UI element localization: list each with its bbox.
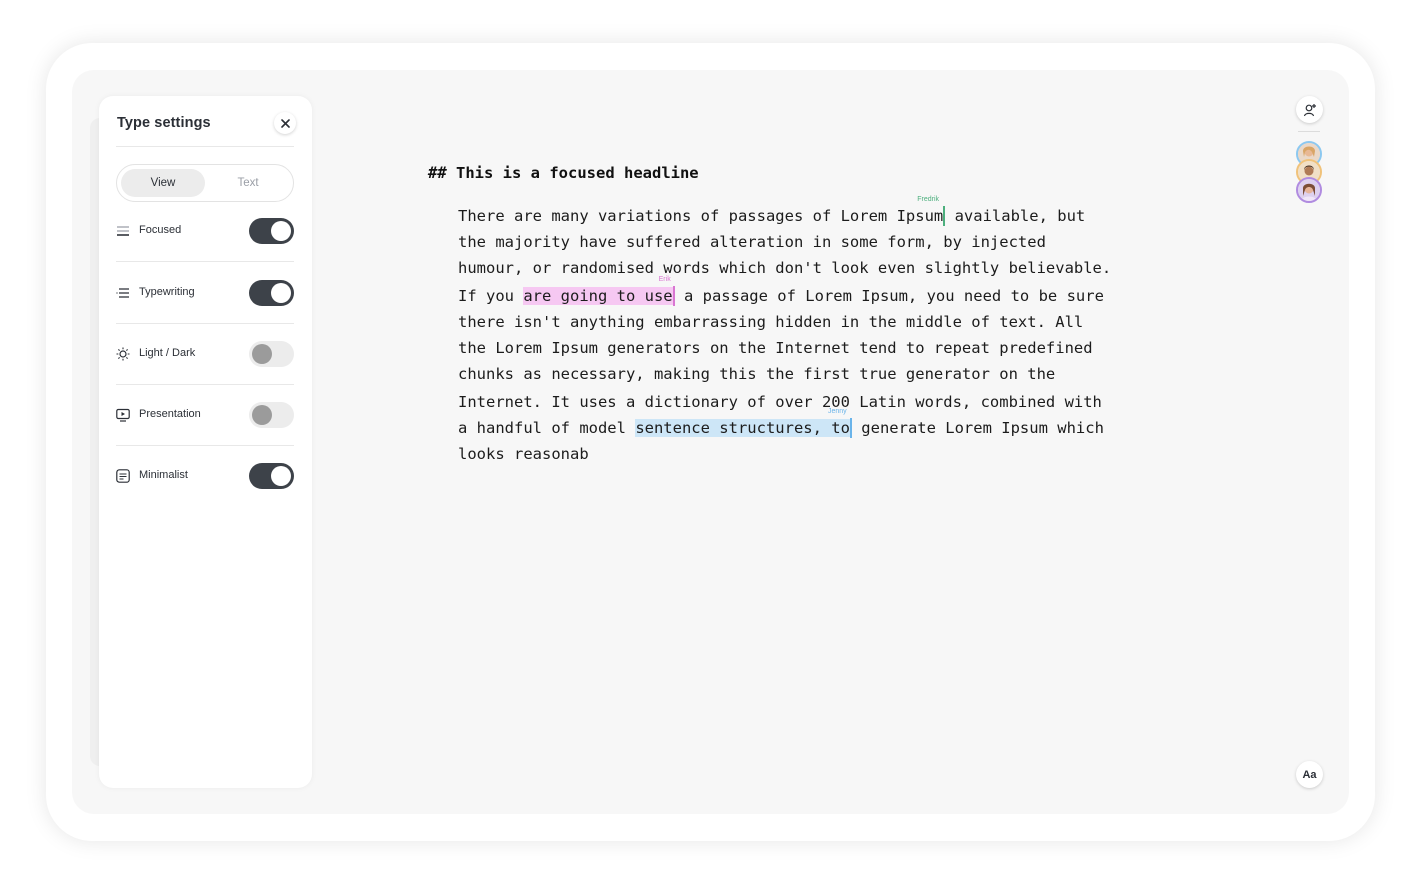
setting-row-minimalist: Minimalist xyxy=(116,463,294,489)
text-line: There are many variations of passages of… xyxy=(458,196,1086,226)
text-line: Internet. It uses a dictionary of over 2… xyxy=(458,393,1102,411)
toggle-knob xyxy=(271,466,291,486)
text-line: chunks as necessary, making this the fir… xyxy=(458,365,1056,383)
cursor-name: Fredrik xyxy=(917,196,940,203)
text-line: humour, or randomised words which don't … xyxy=(458,259,1112,277)
setting-row-focused: Focused xyxy=(116,218,294,244)
headline-marker: ## xyxy=(428,164,447,182)
add-user-icon xyxy=(1303,103,1316,116)
headline-text: This is a focused headline xyxy=(456,164,699,182)
minimalist-toggle[interactable] xyxy=(249,463,294,489)
setting-row-light-dark: Light / Dark xyxy=(116,341,294,367)
divider xyxy=(116,445,294,446)
text-line: looks reasonab xyxy=(458,445,589,463)
divider xyxy=(1298,131,1320,132)
typewriting-toggle[interactable] xyxy=(249,280,294,306)
text-line: there isn't anything embarrassing hidden… xyxy=(458,313,1084,331)
light-dark-toggle[interactable] xyxy=(249,341,294,367)
typewriting-icon xyxy=(116,288,129,298)
toggle-knob xyxy=(252,344,272,364)
setting-label: Typewriting xyxy=(139,286,195,298)
setting-row-typewriting: Typewriting xyxy=(116,280,294,306)
setting-label: Focused xyxy=(139,224,182,236)
presentation-toggle[interactable] xyxy=(249,402,294,428)
setting-label: Light / Dark xyxy=(139,347,196,359)
divider xyxy=(116,323,294,324)
text-line: a handful of model sentence structures, … xyxy=(458,408,1104,438)
panel-title: Type settings xyxy=(117,115,211,131)
type-settings-panel: Type settings View Text Focused Typewrit… xyxy=(99,96,312,788)
avatar[interactable] xyxy=(1296,177,1322,203)
setting-row-presentation: Presentation xyxy=(116,402,294,428)
text-line: the Lorem Ipsum generators on the Intern… xyxy=(458,339,1093,357)
toggle-knob xyxy=(271,221,291,241)
sun-icon xyxy=(116,347,130,361)
tab-text[interactable]: Text xyxy=(207,169,289,197)
divider xyxy=(116,384,294,385)
font-settings-button[interactable]: Aa xyxy=(1296,761,1323,788)
presentation-icon xyxy=(116,408,130,422)
selection-erik: are going to use xyxy=(523,287,673,305)
minimalist-icon xyxy=(116,469,130,483)
focused-toggle[interactable] xyxy=(249,218,294,244)
tab-view[interactable]: View xyxy=(121,169,205,197)
cursor-name: Erik xyxy=(658,276,671,283)
person-avatar-image xyxy=(1298,179,1320,201)
document-headline[interactable]: ## This is a focused headline xyxy=(428,164,699,182)
divider xyxy=(116,261,294,262)
collaborator-cursor-fredrik: Fredrik xyxy=(917,196,946,226)
selection-jenny: sentence structures, to xyxy=(635,419,850,437)
close-button[interactable] xyxy=(274,112,296,134)
collaborator-cursor-jenny: Jenny xyxy=(828,408,852,438)
focused-icon xyxy=(117,226,129,236)
setting-label: Minimalist xyxy=(139,469,188,481)
setting-label: Presentation xyxy=(139,408,201,420)
collaborator-cursor-erik: Erik xyxy=(659,276,675,306)
add-collaborator-button[interactable] xyxy=(1296,96,1323,123)
text-line: the majority have suffered alteration in… xyxy=(458,233,1046,251)
close-icon xyxy=(280,118,290,128)
text-line: If you are going to use Erik a passage of… xyxy=(458,276,1104,306)
divider xyxy=(116,146,294,147)
toggle-knob xyxy=(252,405,272,425)
toggle-knob xyxy=(271,283,291,303)
view-text-segmented-control: View Text xyxy=(116,164,294,202)
cursor-name: Jenny xyxy=(827,408,847,415)
